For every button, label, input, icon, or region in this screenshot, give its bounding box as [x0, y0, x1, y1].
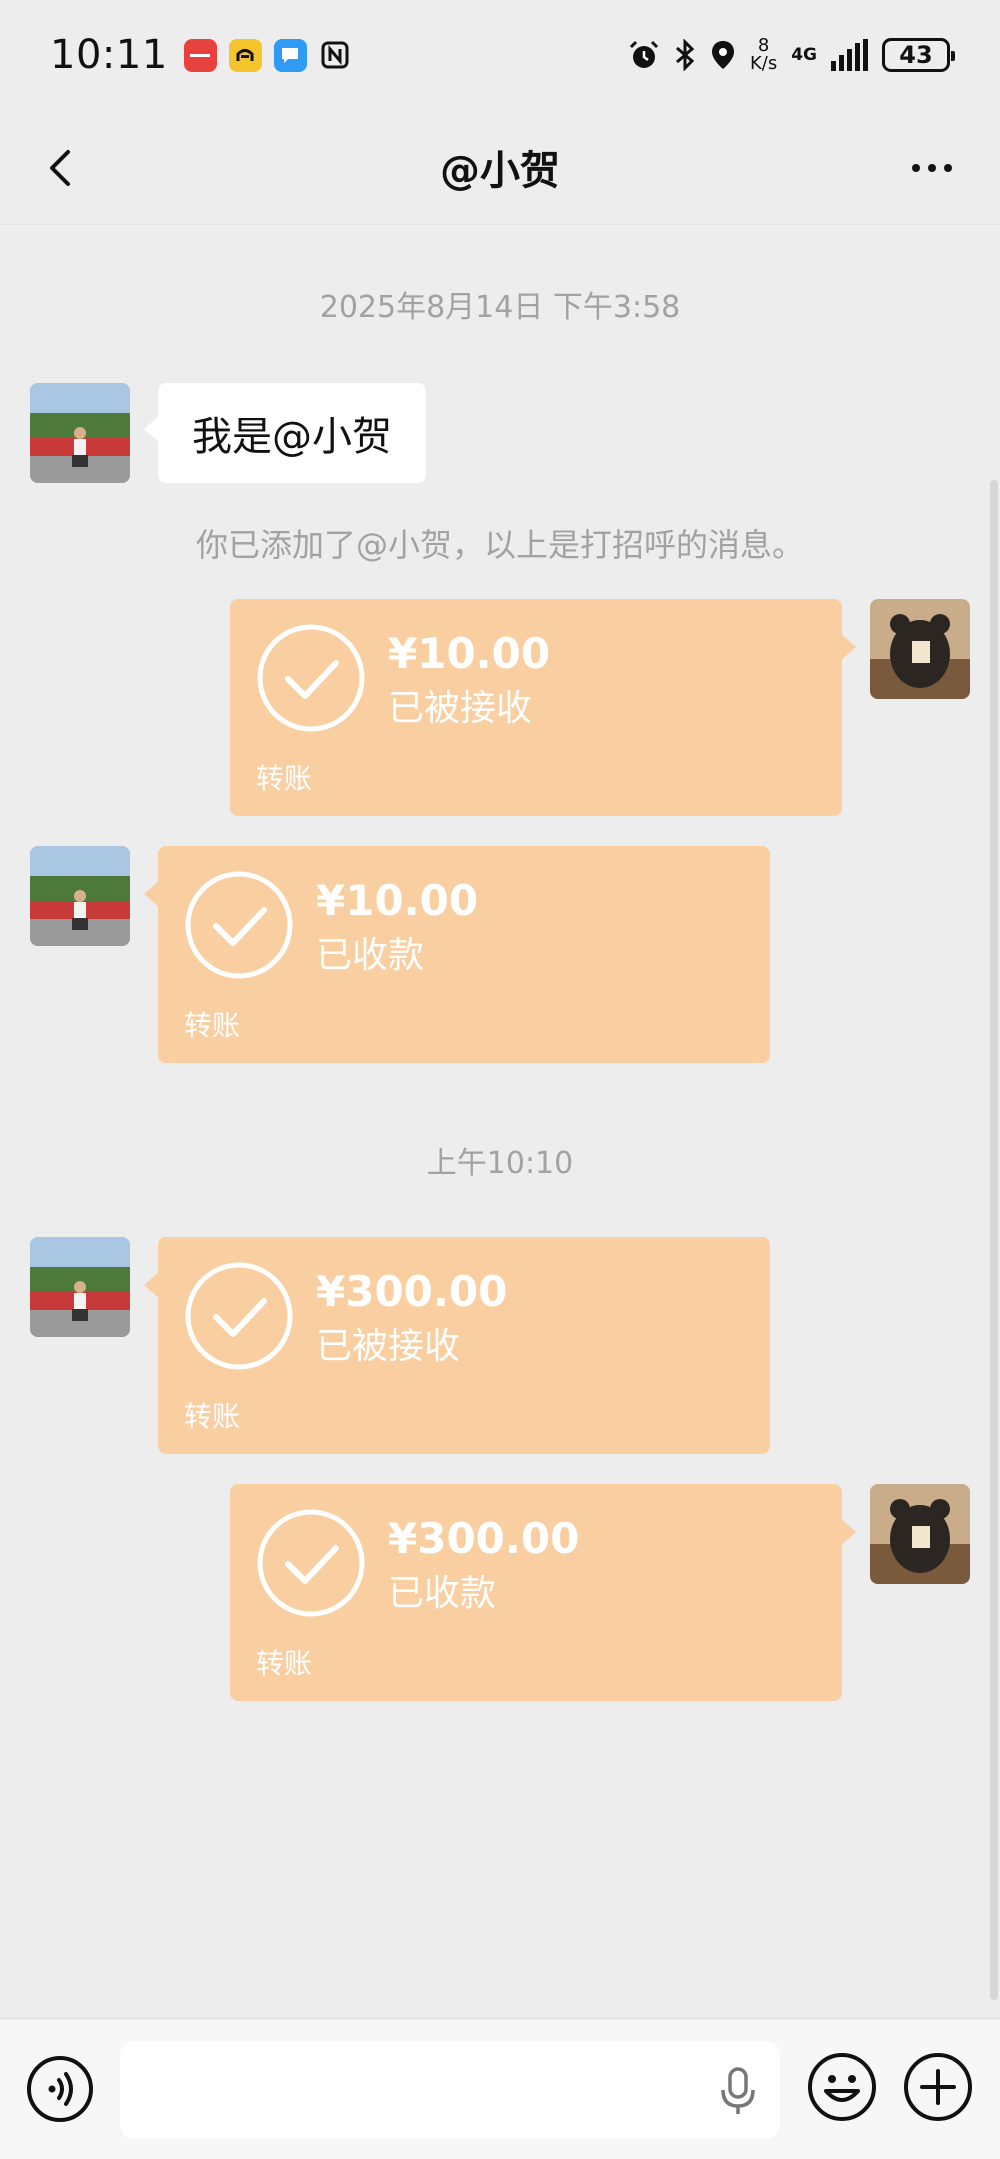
my-avatar[interactable] — [870, 599, 970, 699]
message-input-bar — [0, 2018, 1000, 2159]
greeting-message-text: 我是@小贺 — [192, 414, 392, 460]
check-circle-icon — [185, 1262, 293, 1370]
check-circle-icon — [185, 871, 293, 979]
huawei-store-icon — [183, 38, 217, 72]
battery-level: 43 — [899, 41, 933, 69]
network-type: 4G — [791, 45, 817, 65]
transfer-status: 已被接收 — [316, 1326, 461, 1367]
chat-header: @小贺 — [0, 110, 1000, 225]
emoji-icon — [808, 2053, 876, 2121]
message-timestamp: 上午10:10 — [426, 1146, 574, 1181]
more-dot — [944, 164, 952, 172]
contact-avatar[interactable] — [30, 1237, 130, 1337]
contact-avatar[interactable] — [30, 383, 130, 483]
transfer-card[interactable]: ¥300.00 已被接收 转账 — [144, 1237, 770, 1454]
transfer-amount: ¥10.00 — [388, 629, 551, 678]
message-app-icon — [273, 38, 307, 72]
nfc-icon — [319, 39, 352, 72]
message-timestamp: 2025年8月14日 下午3:58 — [319, 290, 681, 325]
check-circle-icon — [257, 1509, 365, 1617]
more-dot — [912, 164, 920, 172]
transfer-card[interactable]: ¥10.00 已被接收 转账 — [230, 599, 856, 816]
emoji-button[interactable] — [806, 2051, 878, 2123]
chat-message-list[interactable]: 2025年8月14日 下午3:58 我是@小贺 你已添加了@小贺，以上是打招呼的… — [0, 226, 1000, 2016]
status-indicators: 8 K/s 4G 43 — [628, 35, 955, 74]
alarm-icon — [629, 40, 659, 68]
transfer-status: 已收款 — [388, 1573, 497, 1614]
transfer-amount: ¥300.00 — [316, 1267, 508, 1316]
chat-title: @小贺 — [440, 148, 560, 194]
signal-strength-icon — [831, 39, 868, 71]
transfer-status: 已被接收 — [388, 688, 533, 729]
more-dot — [928, 164, 936, 172]
location-icon — [711, 41, 734, 69]
network-speed: 8 K/s — [749, 35, 778, 74]
plus-circle-icon — [904, 2053, 972, 2121]
contact-avatar[interactable] — [30, 846, 130, 946]
transfer-status: 已收款 — [316, 935, 425, 976]
car-app-icon — [228, 38, 262, 72]
status-app-icons — [183, 38, 352, 72]
transfer-card[interactable]: ¥300.00 已收款 转账 — [230, 1484, 856, 1701]
battery-icon: 43 — [882, 38, 955, 72]
chevron-left-icon — [50, 150, 70, 186]
status-bar: 10:11 8 K/s 4G 43 — [0, 0, 1000, 110]
chat-scrollbar[interactable] — [990, 480, 998, 2000]
more-functions-button[interactable] — [902, 2051, 974, 2123]
microphone-icon[interactable] — [718, 2066, 758, 2116]
voice-mode-button[interactable] — [26, 2055, 94, 2123]
back-button[interactable] — [38, 138, 88, 198]
greeting-message-bubble[interactable]: 我是@小贺 — [144, 383, 426, 483]
voice-icon — [27, 2056, 93, 2122]
transfer-amount: ¥10.00 — [316, 876, 479, 925]
transfer-label: 转账 — [184, 1009, 241, 1042]
more-options-button[interactable] — [902, 138, 962, 198]
transfer-label: 转账 — [184, 1400, 241, 1433]
transfer-card[interactable]: ¥10.00 已收款 转账 — [144, 846, 770, 1063]
system-notice: 你已添加了@小贺，以上是打招呼的消息。 — [195, 526, 804, 564]
my-avatar[interactable] — [870, 1484, 970, 1584]
transfer-label: 转账 — [256, 762, 313, 795]
check-circle-icon — [257, 624, 365, 732]
transfer-amount: ¥300.00 — [388, 1514, 580, 1563]
bluetooth-icon — [675, 39, 695, 71]
transfer-label: 转账 — [256, 1647, 313, 1680]
status-time: 10:11 — [50, 32, 168, 78]
message-input[interactable] — [120, 2041, 780, 2139]
